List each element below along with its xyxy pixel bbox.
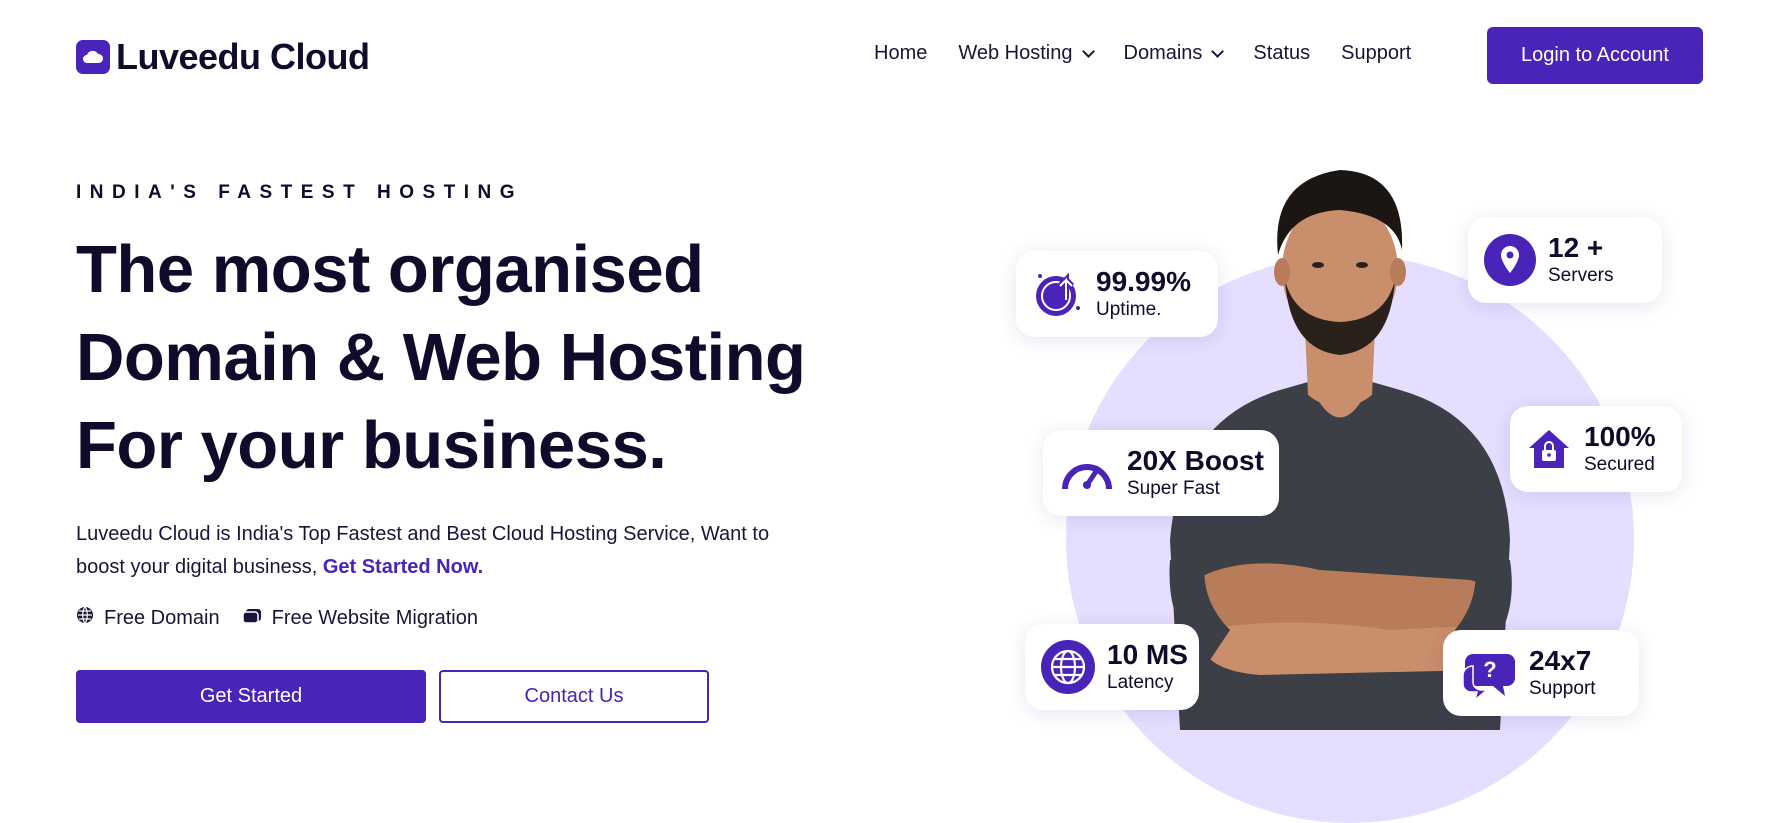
headline-line: Domain & Web Hosting	[76, 320, 806, 395]
stat-label: Latency	[1107, 672, 1174, 693]
nav-label: Home	[874, 42, 928, 64]
feature-free-domain: Free Domain	[76, 606, 220, 630]
feature-label: Free Domain	[104, 606, 220, 629]
stat-label: Support	[1529, 678, 1596, 699]
nav-item-domains[interactable]: Domains	[1123, 42, 1225, 65]
stat-card-latency: 10 MS Latency	[1025, 624, 1199, 710]
uptime-rocket-icon	[1032, 268, 1084, 320]
feature-free-migration: Free Website Migration	[241, 606, 478, 630]
hero-eyebrow: INDIA'S FASTEST HOSTING	[76, 182, 524, 203]
stat-value: 12 +	[1548, 232, 1604, 263]
hero-headline: The most organised Domain & Web Hosting …	[76, 226, 806, 490]
stat-card-uptime: 99.99% Uptime.	[1016, 251, 1218, 337]
stat-label: Servers	[1548, 265, 1614, 286]
stat-label: Super Fast	[1127, 478, 1220, 499]
stat-card-boost: 20X Boost Super Fast	[1043, 430, 1279, 516]
stat-card-support: ? 24x7 Support	[1443, 630, 1639, 716]
feature-label: Free Website Migration	[271, 606, 478, 629]
globe-icon	[76, 606, 94, 630]
contact-us-button[interactable]: Contact Us	[439, 670, 709, 723]
nav-label: Status	[1253, 42, 1311, 64]
cloud-icon	[76, 40, 110, 74]
globe-icon	[1041, 640, 1095, 694]
map-pin-icon	[1484, 234, 1536, 286]
nav-item-status[interactable]: Status	[1253, 42, 1310, 65]
stat-value: 24x7	[1529, 645, 1592, 676]
get-started-link[interactable]: Get Started Now.	[323, 556, 483, 578]
nav-label: Web Hosting	[958, 42, 1073, 64]
nav-item-support[interactable]: Support	[1341, 42, 1411, 65]
brand-logo[interactable]: Luveedu Cloud	[76, 36, 370, 78]
stat-label: Uptime.	[1096, 299, 1162, 320]
stat-value: 10 MS	[1107, 639, 1188, 670]
get-started-button[interactable]: Get Started	[76, 670, 426, 723]
brand-name: Luveedu Cloud	[116, 36, 370, 77]
nav-item-web-hosting[interactable]: Web Hosting	[958, 42, 1095, 65]
migration-icon	[241, 606, 262, 630]
speedometer-icon	[1059, 449, 1115, 497]
stat-label: Secured	[1584, 454, 1655, 475]
main-nav: Home Web Hosting Domains Status Support	[874, 42, 1442, 65]
stat-value: 99.99%	[1096, 266, 1191, 297]
headline-line: The most organised	[76, 232, 704, 307]
login-button[interactable]: Login to Account	[1487, 27, 1703, 84]
feature-list: Free Domain Free Website Migration	[76, 606, 500, 630]
chevron-down-icon	[1081, 44, 1095, 58]
stat-card-secured: 100% Secured	[1510, 406, 1682, 492]
nav-label: Support	[1341, 42, 1412, 64]
stat-card-servers: 12 + Servers	[1468, 217, 1662, 303]
headline-line: For your business.	[76, 408, 667, 483]
chevron-down-icon	[1211, 44, 1225, 58]
stat-value: 20X Boost	[1127, 445, 1264, 476]
nav-item-home[interactable]: Home	[874, 42, 927, 65]
nav-label: Domains	[1123, 42, 1203, 64]
support-chat-icon: ?	[1459, 644, 1517, 702]
stat-value: 100%	[1584, 421, 1656, 452]
hero-description: Luveedu Cloud is India's Top Fastest and…	[76, 518, 786, 584]
svg-text:?: ?	[1483, 657, 1496, 682]
secure-home-icon	[1526, 426, 1572, 472]
